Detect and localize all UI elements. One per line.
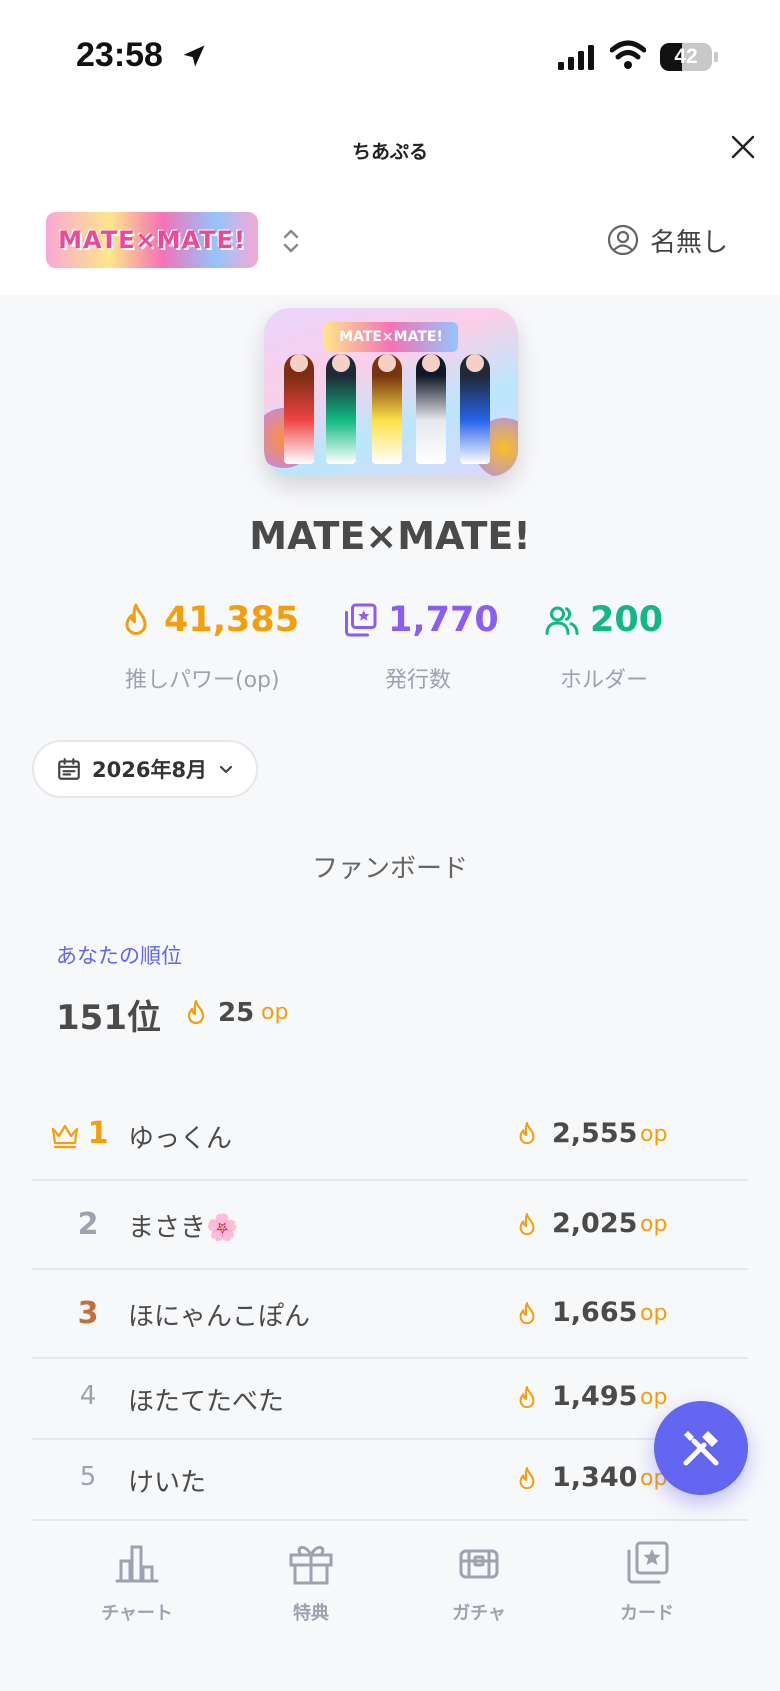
battery-cap xyxy=(714,52,718,62)
flame-icon xyxy=(519,1385,535,1409)
fan-op-value: 2,025 xyxy=(552,1208,638,1239)
fan-name: ほたてたべた xyxy=(128,1387,285,1417)
crown-icon xyxy=(51,1124,79,1149)
month-selector[interactable]: 2026年8月 xyxy=(32,740,258,798)
page-title: ちあぷる xyxy=(351,141,428,163)
my-op-value: 25 xyxy=(218,998,255,1028)
gacha-chest-icon xyxy=(459,1549,499,1579)
member-figure xyxy=(460,354,490,464)
nav-chart[interactable]: チャート xyxy=(77,1539,197,1625)
nav-label: 特典 xyxy=(293,1603,329,1624)
member-figure xyxy=(326,354,356,464)
flame-icon xyxy=(519,1121,535,1145)
my-rank: 151位 xyxy=(56,998,161,1038)
my-rank-caption: あなたの順位 xyxy=(56,944,182,968)
cards-icon xyxy=(345,603,377,637)
location-arrow-icon xyxy=(183,45,205,67)
stat-label: 発行数 xyxy=(385,668,452,693)
close-icon[interactable] xyxy=(728,132,758,162)
fanboard-title: ファンボード xyxy=(311,854,468,884)
fan-name: ゆっくん xyxy=(128,1124,233,1154)
rank-number: 4 xyxy=(79,1381,97,1411)
rank-number: 1 xyxy=(87,1116,109,1151)
hero-banner-logo: MATE×MATE! xyxy=(324,322,458,352)
fan-op-unit: op xyxy=(640,1301,668,1326)
cellular-signal-icon xyxy=(558,45,594,70)
fan-op-value: 1,340 xyxy=(552,1462,638,1493)
flame-icon xyxy=(519,1212,535,1236)
leaderboard: 1 ゆっくん 2,555 op 2 まさき🌸 2,025 op 3 ほにゃんこぽ… xyxy=(32,1092,748,1521)
stat-value: 41,385 xyxy=(164,600,300,640)
rank-number: 3 xyxy=(77,1296,99,1331)
stat-holders: 200 ホルダー xyxy=(544,600,684,693)
rank-number: 2 xyxy=(77,1207,99,1242)
flame-icon xyxy=(519,1301,535,1325)
fan-op-value: 2,555 xyxy=(552,1118,638,1149)
nav-card[interactable]: カード xyxy=(587,1539,707,1625)
rank-number: 5 xyxy=(79,1462,97,1492)
status-time: 23:58 xyxy=(76,36,163,74)
nav-gacha[interactable]: ガチャ xyxy=(419,1539,539,1625)
flame-icon xyxy=(125,603,147,635)
stat-label: ホルダー xyxy=(560,668,649,693)
table-row[interactable]: 5 けいた 1,340 op xyxy=(32,1440,748,1521)
nav-label: カード xyxy=(620,1603,674,1624)
fan-name: ほにゃんこぽん xyxy=(128,1302,311,1332)
chart-icon xyxy=(115,1545,159,1583)
flame-icon xyxy=(519,1466,535,1490)
fan-name: まさき🌸 xyxy=(128,1213,239,1243)
table-row[interactable]: 1 ゆっくん 2,555 op xyxy=(32,1092,748,1181)
gift-icon xyxy=(289,1546,333,1585)
stat-label: 推しパワー(op) xyxy=(125,668,280,693)
card-stack-icon xyxy=(627,1541,669,1584)
stat-value: 1,770 xyxy=(388,600,499,640)
group-photo: MATE×MATE! xyxy=(264,308,518,476)
tools-fab-button[interactable] xyxy=(654,1401,748,1495)
group-name: MATE×MATE! xyxy=(249,514,531,558)
bottom-nav: チャート 特典 ガチャ カード xyxy=(0,1525,780,1691)
my-op-unit: op xyxy=(261,1000,289,1025)
chevron-up-down-icon[interactable] xyxy=(280,226,302,256)
fan-op-value: 1,665 xyxy=(552,1297,638,1328)
battery-indicator: 42 xyxy=(660,43,712,71)
wifi-icon xyxy=(610,40,646,69)
calendar-icon xyxy=(58,758,80,780)
nav-label: ガチャ xyxy=(452,1603,506,1624)
user-name[interactable]: 名無し xyxy=(650,222,728,259)
fan-op-unit: op xyxy=(640,1385,668,1410)
month-label: 2026年8月 xyxy=(92,758,208,782)
group-logo[interactable]: MATE×MATE! xyxy=(46,212,258,268)
stat-oshi-power: 41,385 推しパワー(op) xyxy=(118,600,318,693)
fan-op-unit: op xyxy=(640,1212,668,1237)
flame-icon xyxy=(187,999,205,1025)
table-row[interactable]: 4 ほたてたべた 1,495 op xyxy=(32,1359,748,1440)
fan-op-value: 1,495 xyxy=(552,1381,638,1412)
users-icon xyxy=(545,606,579,635)
stat-issued: 1,770 発行数 xyxy=(342,600,502,693)
fan-op-unit: op xyxy=(640,1122,668,1147)
nav-label: チャート xyxy=(101,1603,173,1624)
user-circle-icon[interactable] xyxy=(607,224,639,256)
member-figure xyxy=(372,354,402,464)
battery-level-text: 42 xyxy=(674,45,698,68)
member-figure xyxy=(416,354,446,464)
chevron-down-icon xyxy=(219,765,233,774)
fan-name: けいた xyxy=(128,1468,207,1498)
table-row[interactable]: 2 まさき🌸 2,025 op xyxy=(32,1181,748,1270)
table-row[interactable]: 3 ほにゃんこぽん 1,665 op xyxy=(32,1270,748,1359)
nav-gift[interactable]: 特典 xyxy=(251,1539,371,1625)
member-figure xyxy=(284,354,314,464)
title-bar: ちあぷる xyxy=(0,115,780,185)
stat-value: 200 xyxy=(590,600,664,640)
tools-icon xyxy=(683,1431,719,1466)
